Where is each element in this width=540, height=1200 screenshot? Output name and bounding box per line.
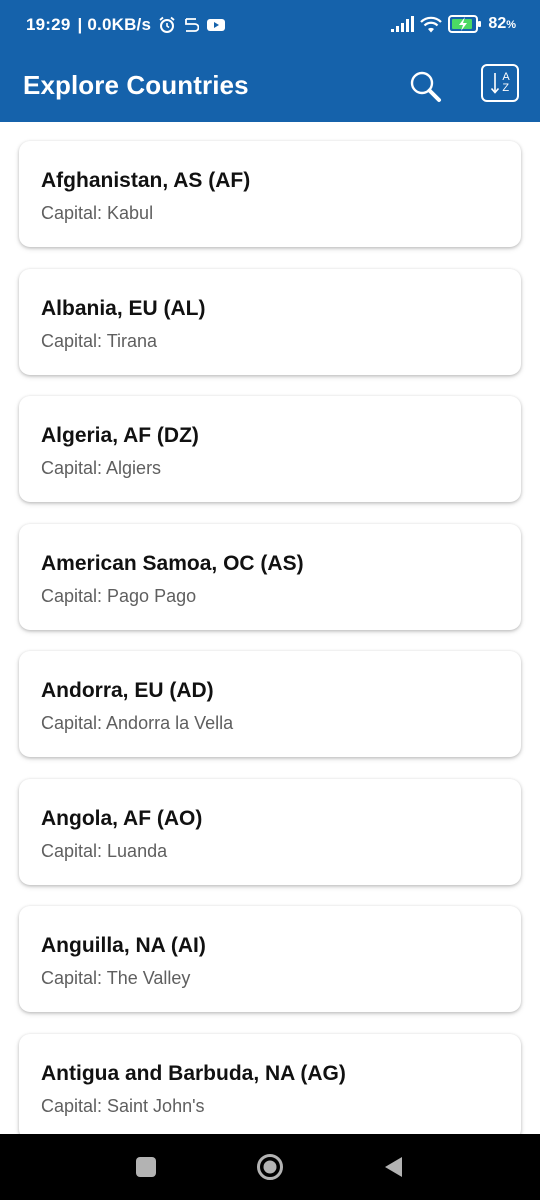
battery-percent-unit: % [506, 19, 516, 31]
country-capital: Capital: Algiers [41, 458, 162, 478]
country-capital: Capital: Luanda [41, 841, 168, 861]
search-icon [408, 69, 442, 103]
youtube-icon [206, 17, 226, 33]
country-name: Afghanistan, AS (AF) [41, 169, 251, 192]
page-title: Explore Countries [23, 70, 249, 100]
back-triangle-icon [382, 1155, 404, 1179]
recents-button[interactable] [131, 1152, 161, 1182]
status-left: 19:29 | 0.0KB/s [26, 15, 226, 35]
status-time: 19:29 [26, 15, 71, 34]
app-root: 19:29 | 0.0KB/s 82% Explore Countries A … [0, 0, 540, 1200]
country-card-american-samoa[interactable]: American Samoa, OC (AS) Capital: Pago Pa… [19, 524, 521, 630]
country-name: Andorra, EU (AD) [41, 679, 214, 702]
country-capital: Capital: The Valley [41, 968, 191, 988]
country-capital: Capital: Saint John's [41, 1096, 205, 1116]
sort-letter-z: Z [502, 82, 510, 94]
system-nav-bar [0, 1134, 540, 1200]
country-card-antigua-and-barbuda[interactable]: Antigua and Barbuda, NA (AG) Capital: Sa… [19, 1034, 521, 1134]
country-name: Albania, EU (AL) [41, 297, 206, 320]
home-circle-icon [256, 1153, 284, 1181]
country-name: Algeria, AF (DZ) [41, 424, 199, 447]
country-card-albania[interactable]: Albania, EU (AL) Capital: Tirana [19, 269, 521, 375]
country-card-algeria[interactable]: Algeria, AF (DZ) Capital: Algiers [19, 396, 521, 502]
country-list[interactable]: Afghanistan, AS (AF) Capital: Kabul Alba… [0, 122, 540, 1134]
battery-charging-icon [448, 15, 482, 33]
status-network-speed: | 0.0KB/s [77, 15, 152, 34]
alarm-icon [158, 16, 176, 34]
recents-square-icon [135, 1156, 157, 1178]
sort-az-icon: A Z [490, 71, 510, 95]
signal-icon [390, 16, 415, 32]
country-card-andorra[interactable]: Andorra, EU (AD) Capital: Andorra la Vel… [19, 651, 521, 757]
status-bar: 19:29 | 0.0KB/s 82% [0, 0, 540, 52]
sort-az-letters: A Z [502, 72, 509, 94]
sort-button[interactable]: A Z [481, 64, 519, 102]
country-capital: Capital: Kabul [41, 203, 154, 223]
country-capital: Capital: Andorra la Vella [41, 713, 234, 733]
data-saver-icon [183, 16, 200, 34]
home-button[interactable] [255, 1152, 285, 1182]
country-card-anguilla[interactable]: Anguilla, NA (AI) Capital: The Valley [19, 906, 521, 1012]
country-name: American Samoa, OC (AS) [41, 552, 304, 575]
country-card-afghanistan[interactable]: Afghanistan, AS (AF) Capital: Kabul [19, 141, 521, 247]
status-right: 82% [390, 15, 516, 33]
country-capital: Capital: Pago Pago [41, 586, 197, 606]
country-capital: Capital: Tirana [41, 331, 158, 351]
search-button[interactable] [406, 67, 444, 105]
country-name: Antigua and Barbuda, NA (AG) [41, 1062, 346, 1085]
country-name: Angola, AF (AO) [41, 807, 203, 830]
country-card-angola[interactable]: Angola, AF (AO) Capital: Luanda [19, 779, 521, 885]
back-button[interactable] [378, 1152, 408, 1182]
country-name: Anguilla, NA (AI) [41, 934, 206, 957]
app-bar: Explore Countries A Z [0, 52, 540, 122]
battery-percent: 82% [488, 15, 516, 32]
wifi-icon [420, 16, 443, 33]
